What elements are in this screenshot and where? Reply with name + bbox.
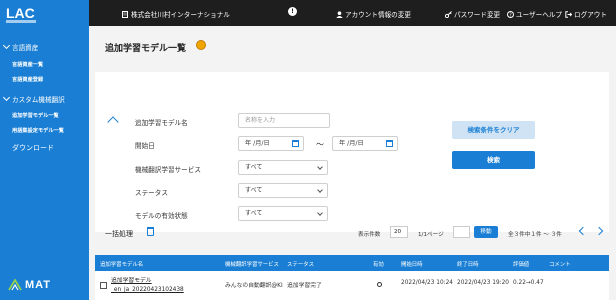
bulk-actions-label: 一括処理 — [105, 230, 133, 238]
column-header-comment[interactable]: コメント — [549, 260, 571, 268]
model-name-input[interactable]: 名称を入力 — [238, 113, 330, 128]
building-icon — [122, 10, 128, 18]
start-cell: 2022/04/23 10:24 — [401, 280, 453, 286]
mat-logo-icon — [8, 279, 22, 291]
display-count-label: 表示件数 — [358, 232, 381, 238]
nav-group-label: カスタム機械翻訳 — [12, 96, 65, 104]
account-settings-link[interactable]: アカウント情報の変更 — [336, 9, 411, 19]
model-name-label: 追加学習モデル名 — [135, 119, 188, 127]
clear-filter-button[interactable]: 検索条件をクリア — [452, 121, 535, 139]
row-checkbox[interactable] — [100, 282, 107, 289]
service-select[interactable]: すべて — [238, 160, 328, 175]
status-select[interactable]: すべて — [238, 183, 328, 198]
key-icon — [445, 10, 452, 18]
sidebar-item-download[interactable]: ダウンロード — [12, 143, 54, 153]
start-date-to-input[interactable]: 年 /月/日 — [332, 136, 398, 151]
model-name-link[interactable]: 追加学習モデル_en_ja_20220423102438 — [111, 277, 211, 295]
chevron-down-icon — [2, 93, 11, 102]
company-name-text: 株式会社川村インターナショナル — [131, 11, 230, 19]
total-count-info: 全３件中１件 ～ ３件 — [508, 232, 562, 238]
start-date-from-input[interactable]: 年 /月/日 — [238, 136, 304, 151]
service-cell: みんなの自動翻訳@KI — [225, 283, 283, 289]
top-bar: 株式会社川村インターナショナル ! アカウント情報の変更 パスワード変更 ? ユ… — [89, 0, 616, 26]
column-header-active[interactable]: 有効 — [373, 260, 384, 268]
footer-brand-text: MAT — [25, 279, 52, 291]
logout-link[interactable]: ログアウト — [565, 9, 607, 19]
status-select-value: すべて — [245, 187, 263, 194]
end-cell: 2022/04/23 19:20 — [457, 280, 509, 286]
table-row[interactable]: 追加学習モデル_en_ja_20220423102438 みんなの自動翻訳@KI… — [95, 271, 609, 300]
app-logo[interactable]: LAC — [6, 6, 35, 20]
trash-icon[interactable] — [147, 227, 154, 236]
page-size-value: 20 — [394, 229, 402, 235]
footer-brand: MAT — [8, 279, 51, 291]
validity-label: モデルの有効状態 — [135, 212, 188, 220]
column-header-start[interactable]: 開始日時 — [401, 260, 423, 268]
date-placeholder: 年 /月/日 — [245, 140, 270, 147]
help-badge-icon[interactable] — [196, 40, 206, 50]
column-header-end[interactable]: 終了日時 — [457, 260, 479, 268]
service-select-value: すべて — [245, 164, 263, 171]
logout-label: ログアウト — [574, 11, 607, 19]
account-settings-label: アカウント情報の変更 — [345, 11, 411, 19]
nav-group-language-assets[interactable]: 言語資産 — [2, 41, 39, 52]
page-size-select[interactable]: 20 — [390, 226, 408, 238]
svg-text:?: ? — [509, 12, 512, 18]
page-number-input[interactable] — [453, 226, 470, 238]
sidebar-item-asset-list[interactable]: 言語資産一覧 — [12, 61, 43, 68]
column-header-service[interactable]: 機械翻訳学習サービス — [225, 260, 279, 268]
chevron-up-icon[interactable] — [107, 116, 119, 128]
score-cell: 0.22→0.47 — [513, 280, 544, 286]
calendar-icon[interactable] — [386, 140, 393, 147]
search-button[interactable]: 検索 — [452, 151, 535, 169]
info-icon[interactable]: ! — [288, 7, 297, 16]
status-label: ステータス — [135, 189, 168, 197]
date-placeholder: 年 /月/日 — [339, 140, 364, 147]
main-content: 追加学習モデル一覧 追加学習モデル名 名称を入力 開始日 年 /月/日 ～ 年 … — [89, 26, 616, 300]
company-name: 株式会社川村インターナショナル — [122, 9, 230, 19]
column-header-model-name[interactable]: 追加学習モデル名 — [100, 260, 143, 268]
column-header-score[interactable]: 評価値 — [513, 260, 529, 268]
sidebar-item-asset-register[interactable]: 言語資産登録 — [12, 76, 43, 83]
date-range-separator: ～ — [316, 140, 324, 149]
nav-group-custom-mt[interactable]: カスタム機械翻訳 — [2, 93, 65, 104]
page-title: 追加学習モデル一覧 — [105, 44, 187, 54]
sidebar-item-glossary-models[interactable]: 用語集設定モデル一覧 — [12, 127, 64, 134]
active-status-icon — [377, 282, 382, 287]
password-change-label: パスワード変更 — [454, 11, 501, 19]
chevron-down-icon — [2, 41, 11, 50]
table-header: 追加学習モデル名 機械翻訳学習サービス ステータス 有効 開始日時 終了日時 評… — [95, 255, 609, 271]
chevron-down-icon — [317, 210, 323, 216]
password-change-link[interactable]: パスワード変更 — [445, 9, 500, 19]
logo-underline — [6, 20, 36, 23]
status-cell: 追加学習完了 — [287, 283, 322, 289]
column-header-status[interactable]: ステータス — [287, 260, 314, 268]
page-info: 1/1ページ — [418, 232, 444, 238]
logout-icon — [565, 10, 572, 18]
page-move-button[interactable]: 移動 — [474, 226, 498, 238]
validity-select[interactable]: すべて — [238, 206, 328, 221]
user-help-link[interactable]: ? ユーザーヘルプ — [507, 9, 562, 19]
chevron-down-icon — [317, 164, 323, 170]
sidebar: LAC 言語資産 言語資産一覧 言語資産登録 カスタム機械翻訳 追加学習モデル一… — [0, 0, 89, 300]
chevron-down-icon — [317, 187, 323, 193]
user-help-label: ユーザーヘルプ — [516, 11, 563, 19]
service-label: 機械翻訳学習サービス — [135, 166, 201, 174]
validity-select-value: すべて — [245, 210, 263, 217]
calendar-icon[interactable] — [292, 140, 299, 147]
sidebar-item-training-models[interactable]: 追加学習モデル一覧 — [12, 112, 59, 119]
help-icon: ? — [507, 10, 514, 18]
start-date-label: 開始日 — [135, 142, 155, 150]
nav-group-label: 言語資産 — [12, 44, 39, 52]
user-icon — [336, 10, 343, 18]
